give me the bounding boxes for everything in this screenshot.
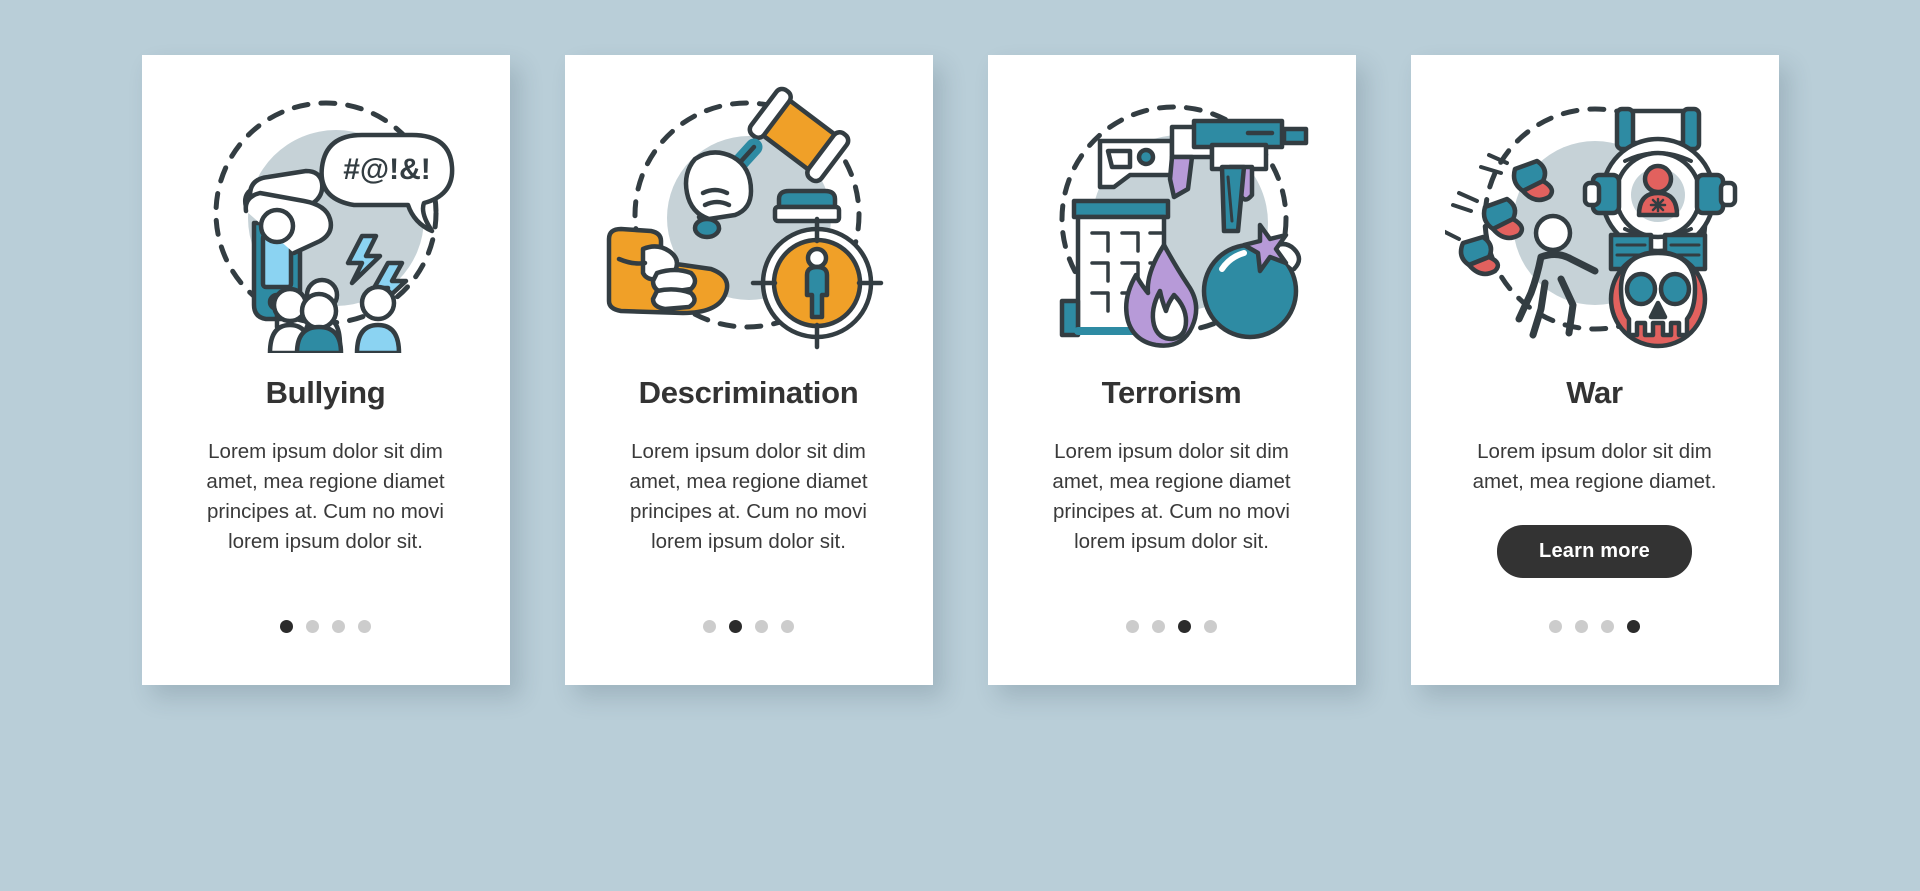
war-illustration (1444, 83, 1745, 353)
pagination-dots[interactable] (142, 620, 510, 633)
card-title: Bullying (265, 375, 386, 410)
onboarding-card-descrimination[interactable]: Descrimination Lorem ipsum dolor sit dim… (564, 55, 933, 685)
pagination-dot[interactable] (703, 620, 716, 633)
pagination-dot[interactable] (1178, 620, 1191, 633)
discrimination-illustration (599, 83, 899, 353)
pagination-dot[interactable] (1601, 620, 1614, 633)
card-body-text: Lorem ipsum dolor sit dim amet, mea regi… (1052, 440, 1291, 553)
pagination-dots[interactable] (565, 620, 933, 633)
card-body-text: Lorem ipsum dolor sit dim amet, mea regi… (1472, 440, 1717, 493)
bullying-illustration: #@!&! (176, 83, 476, 353)
pagination-dot[interactable] (729, 620, 742, 633)
pagination-dot[interactable] (1204, 620, 1217, 633)
pagination-dot[interactable] (332, 620, 345, 633)
pagination-dot[interactable] (1126, 620, 1139, 633)
speech-bubble-text: #@!&! (343, 153, 431, 186)
pagination-dot[interactable] (1627, 620, 1640, 633)
onboarding-card-war[interactable]: War Lorem ipsum dolor sit dim amet, mea … (1410, 55, 1779, 685)
pagination-dot[interactable] (755, 620, 768, 633)
terrorism-illustration (1022, 83, 1322, 353)
card-title: War (1566, 375, 1623, 410)
card-body-text: Lorem ipsum dolor sit dim amet, mea regi… (206, 440, 445, 553)
pagination-dot[interactable] (1549, 620, 1562, 633)
pagination-dots[interactable] (1411, 620, 1779, 633)
pagination-dot[interactable] (1575, 620, 1588, 633)
onboarding-card-bullying[interactable]: #@!&! Bullying Lorem ipsum dolor sit dim… (141, 55, 510, 685)
pagination-dot[interactable] (1152, 620, 1165, 633)
onboarding-card-terrorism[interactable]: Terrorism Lorem ipsum dolor sit dim amet… (987, 55, 1356, 685)
card-body-text: Lorem ipsum dolor sit dim amet, mea regi… (629, 440, 868, 553)
pagination-dot[interactable] (306, 620, 319, 633)
learn-more-button[interactable]: Learn more (1497, 525, 1692, 578)
card-title: Terrorism (1101, 375, 1242, 410)
card-title: Descrimination (638, 375, 859, 410)
pagination-dot[interactable] (781, 620, 794, 633)
onboarding-screens-container: #@!&! Bullying Lorem ipsum dolor sit dim… (0, 0, 1920, 891)
pagination-dot[interactable] (358, 620, 371, 633)
pagination-dots[interactable] (988, 620, 1356, 633)
pagination-dot[interactable] (280, 620, 293, 633)
